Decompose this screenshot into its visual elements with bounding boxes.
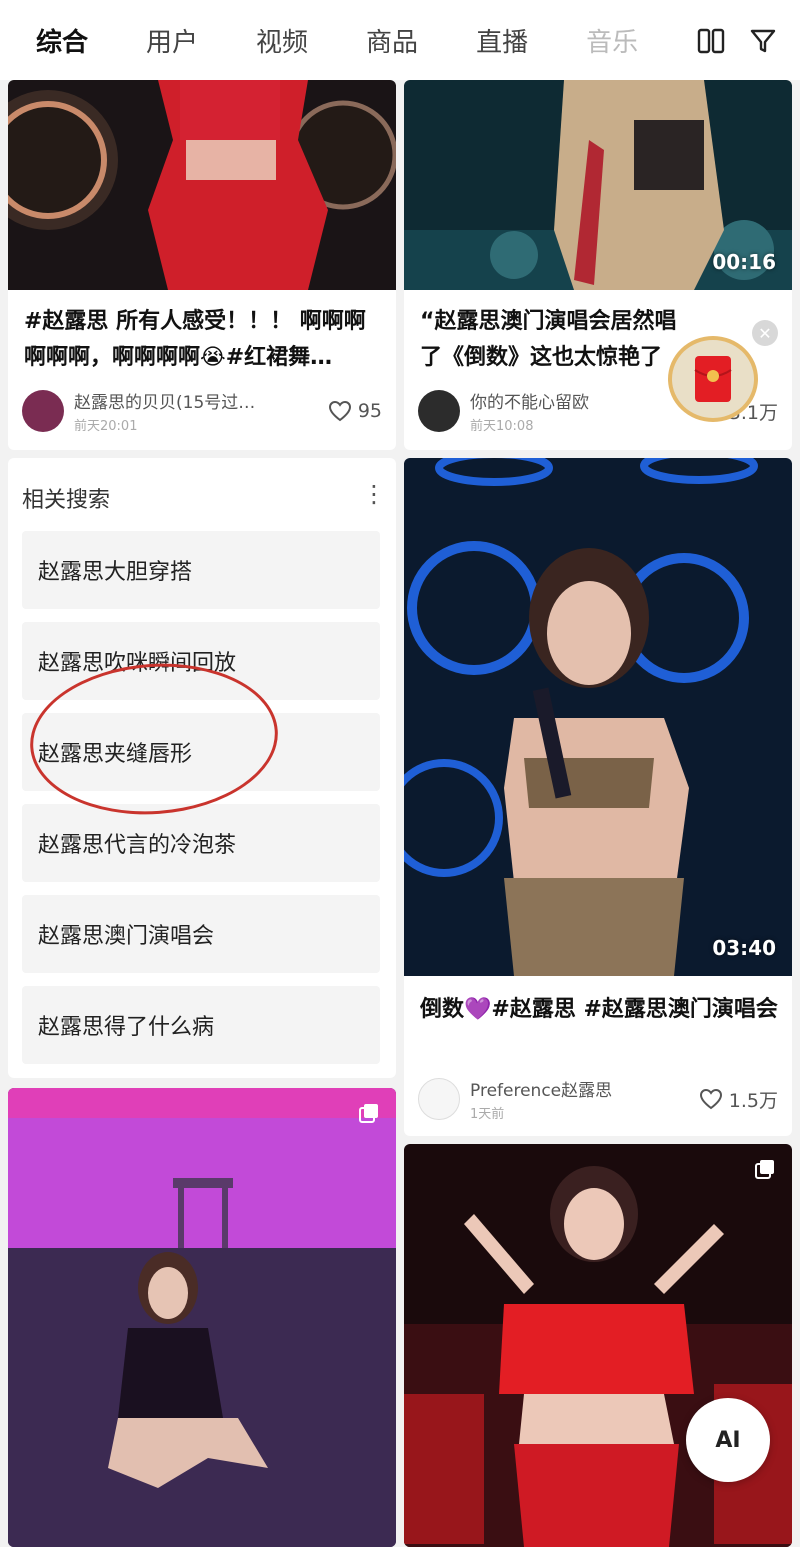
dual-column-icon[interactable] (696, 26, 726, 56)
like-button[interactable]: 1.5万 (699, 1086, 778, 1113)
tab-comprehensive[interactable]: 综合 (36, 22, 88, 59)
close-icon[interactable]: ✕ (752, 320, 778, 346)
author-name[interactable]: 你的不能心留欧 (470, 388, 691, 413)
multi-image-icon (358, 1102, 380, 1128)
feed-card-4[interactable] (8, 1088, 396, 1547)
card-1-title: #赵露思 所有人感受！！！ 啊啊啊啊啊啊，啊啊啊啊😭#红裙舞… (24, 309, 366, 370)
video-duration: 00:16 (712, 250, 776, 274)
multi-image-icon (754, 1158, 776, 1184)
like-button[interactable]: 95 (328, 400, 382, 422)
author-name[interactable]: 赵露思的贝贝(15号过… (74, 388, 320, 413)
like-count: 95 (357, 400, 382, 422)
video-duration: 03:40 (712, 936, 776, 960)
like-count: 1.5万 (728, 1089, 778, 1112)
related-search-item[interactable]: 赵露思夹缝唇形 (22, 713, 380, 791)
filter-icon[interactable] (748, 26, 778, 56)
related-search-item[interactable]: 赵露思吹咪瞬间回放 (22, 622, 380, 700)
feed-card-3[interactable]: 03:40 倒数💜#赵露思 #赵露思澳门演唱会 Preference赵露思 1天… (404, 458, 792, 1136)
ai-assistant-button[interactable]: AI (686, 1398, 770, 1482)
card-3-title: 倒数💜#赵露思 #赵露思澳门演唱会 (420, 997, 778, 1022)
heart-icon (699, 1088, 722, 1110)
ai-label: AI (715, 1427, 741, 1453)
card-2-title: “赵露思澳门演唱会居然唱了《倒数》这也太惊艳了吧！ (420, 309, 677, 370)
tab-videos[interactable]: 视频 (256, 22, 308, 59)
related-search-item[interactable]: 赵露思澳门演唱会 (22, 895, 380, 973)
heart-icon (328, 400, 351, 422)
author-name[interactable]: Preference赵露思 (470, 1076, 691, 1101)
red-packet-icon (694, 356, 732, 402)
post-time: 前天20:01 (74, 419, 138, 434)
search-tab-bar: 综合 用户 视频 商品 直播 音乐 (0, 0, 800, 80)
card-3-author-row: Preference赵露思 1天前 1.5万 (418, 1076, 778, 1122)
card-5-thumbnail (404, 1144, 792, 1547)
card-1-thumbnail (8, 80, 396, 290)
post-time: 1天前 (470, 1107, 505, 1122)
avatar[interactable] (418, 390, 460, 432)
post-time: 前天10:08 (470, 419, 534, 434)
avatar[interactable] (22, 390, 64, 432)
red-packet-button[interactable] (668, 336, 758, 422)
feed-card-1[interactable]: #赵露思 所有人感受！！！ 啊啊啊啊啊啊，啊啊啊啊😭#红裙舞… 赵露思的贝贝(1… (8, 80, 396, 450)
card-3-thumbnail (404, 458, 792, 976)
more-options-icon[interactable]: ⋮ (362, 480, 386, 508)
related-search-item[interactable]: 赵露思得了什么病 (22, 986, 380, 1064)
tab-live[interactable]: 直播 (476, 22, 528, 59)
card-4-thumbnail (8, 1088, 396, 1547)
feed-card-5[interactable] (404, 1144, 792, 1547)
tab-users[interactable]: 用户 (146, 22, 198, 59)
avatar[interactable] (418, 1078, 460, 1120)
tab-products[interactable]: 商品 (366, 22, 418, 59)
card-1-author-row: 赵露思的贝贝(15号过… 前天20:01 95 (22, 388, 382, 434)
related-search-item[interactable]: 赵露思代言的冷泡茶 (22, 804, 380, 882)
top-actions (696, 26, 778, 56)
related-search-heading: 相关搜索 (22, 488, 111, 513)
related-search-item[interactable]: 赵露思大胆穿搭 (22, 531, 380, 609)
tab-music[interactable]: 音乐 (586, 22, 638, 59)
